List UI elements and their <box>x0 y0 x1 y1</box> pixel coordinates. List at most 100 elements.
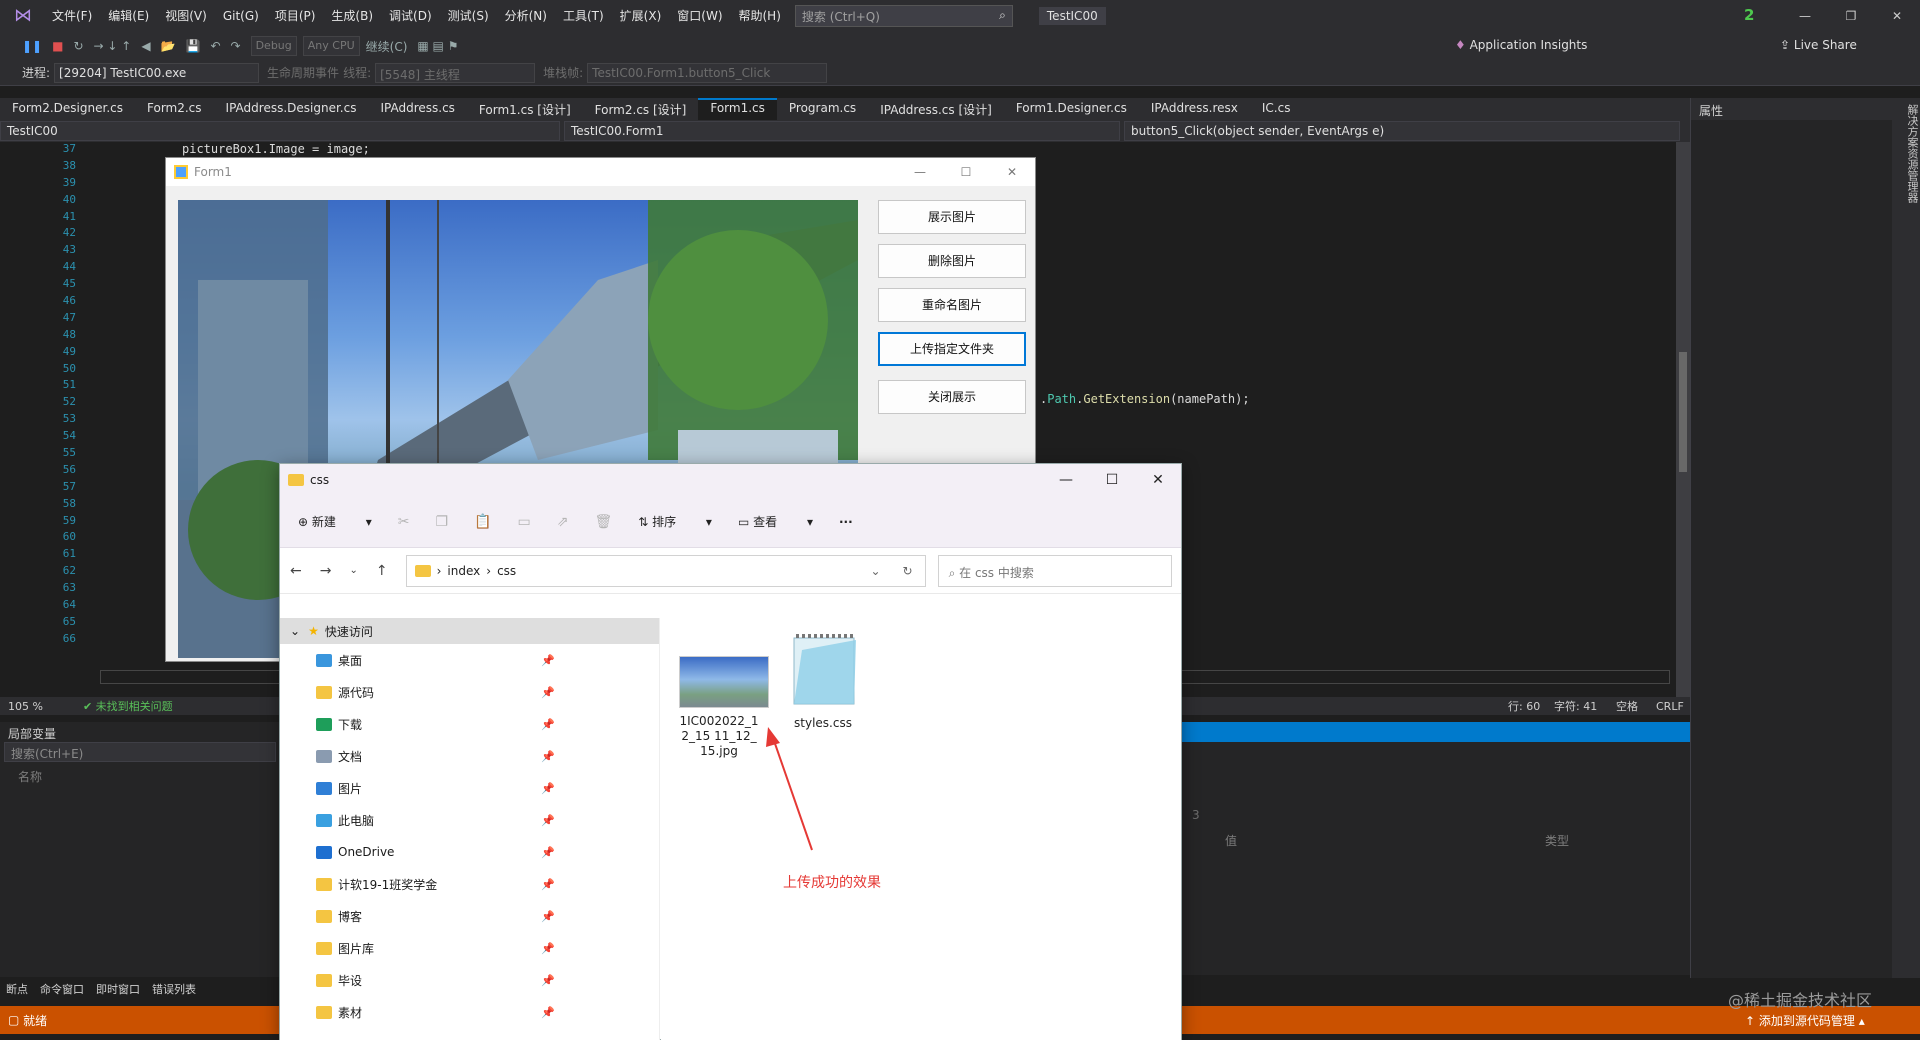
sort-button[interactable]: ⇅ 排序 ▾ <box>638 513 712 530</box>
forward-arrow-icon[interactable]: → <box>320 563 332 579</box>
explorer-close-icon[interactable]: ✕ <box>1135 464 1181 496</box>
tab-form2-designer[interactable]: Form2.Designer.cs <box>0 98 135 120</box>
upload-folder-button[interactable]: 上传指定文件夹 <box>878 332 1026 366</box>
process-select[interactable]: [29204] TestIC00.exe <box>54 62 260 83</box>
pin-icon[interactable]: 📌 <box>541 1006 555 1019</box>
live-share-button[interactable]: ⇪ Live Share <box>1780 38 1857 52</box>
quick-access-item[interactable]: 计软19-1班奖学金 📌 <box>280 868 659 900</box>
menu-project[interactable]: 项目(P) <box>267 0 324 32</box>
menu-git[interactable]: Git(G) <box>215 0 267 32</box>
minimize-icon[interactable]: — <box>1782 0 1828 32</box>
menu-test[interactable]: 测试(S) <box>440 0 497 32</box>
quick-access-item[interactable]: 此电脑 📌 <box>280 804 659 836</box>
menu-build[interactable]: 生成(B) <box>323 0 381 32</box>
toolbar-misc-icons[interactable]: ▦ ▤ ⚑ <box>417 39 458 53</box>
quick-access-header[interactable]: ⌄ ★ 快速访问 <box>280 618 659 644</box>
step-icons[interactable]: → ↓ ↑ <box>94 39 132 53</box>
paste-icon[interactable]: 📋 <box>474 514 491 530</box>
lifecycle-events[interactable]: 生命周期事件 <box>267 64 339 81</box>
pin-icon[interactable]: 📌 <box>541 878 555 891</box>
chevron-down-icon[interactable]: ⌄ <box>290 624 300 638</box>
explorer-maximize-icon[interactable]: ☐ <box>1089 464 1135 496</box>
breadcrumb-css[interactable]: css <box>497 564 516 578</box>
show-image-button[interactable]: 展示图片 <box>878 200 1026 234</box>
project-select[interactable]: TestIC00 <box>0 121 560 141</box>
quick-access-item[interactable]: 毕设 📌 <box>280 964 659 996</box>
pin-icon[interactable]: 📌 <box>541 846 555 859</box>
tab-form2[interactable]: Form2.cs <box>135 98 214 120</box>
quick-access-item[interactable]: 源代码 📌 <box>280 676 659 708</box>
rename-image-button[interactable]: 重命名图片 <box>878 288 1026 322</box>
class-select[interactable]: TestIC00.Form1 <box>564 121 1120 141</box>
continue-button[interactable]: 继续(C) <box>366 38 408 55</box>
menu-analyze[interactable]: 分析(N) <box>497 0 555 32</box>
file-item-css[interactable]: styles.css <box>777 630 869 730</box>
tab-program[interactable]: Program.cs <box>777 98 868 120</box>
tab-breakpoints[interactable]: 断点 <box>0 978 34 1000</box>
stop-icon[interactable]: ■ <box>52 39 63 53</box>
quick-access-item[interactable]: 文档 📌 <box>280 740 659 772</box>
redo-icon[interactable]: ↷ <box>231 39 241 53</box>
global-search-input[interactable]: 搜索 (Ctrl+Q) ⌕ <box>794 5 1013 27</box>
refresh-icon[interactable]: ↻ <box>903 564 913 578</box>
menu-debug[interactable]: 调试(D) <box>381 0 440 32</box>
restore-icon[interactable]: ❐ <box>1828 0 1874 32</box>
pin-icon[interactable]: 📌 <box>541 750 555 763</box>
quick-access-item[interactable]: 桌面 📌 <box>280 644 659 676</box>
issues-status[interactable]: ✔ 未找到相关问题 <box>83 698 173 714</box>
tab-form1-active[interactable]: Form1.cs <box>698 98 777 120</box>
explorer-minimize-icon[interactable]: — <box>1043 464 1089 496</box>
pause-icon[interactable]: ❚❚ <box>22 39 42 53</box>
locals-search-input[interactable]: 搜索(Ctrl+E) <box>4 742 276 762</box>
form1-close-icon[interactable]: ✕ <box>989 158 1035 186</box>
zoom-level[interactable]: 105 % <box>8 700 43 713</box>
restart-icon[interactable]: ↻ <box>73 39 83 53</box>
add-to-source-control-button[interactable]: ↑ 添加到源代码管理 ▴ <box>1745 1012 1865 1029</box>
explorer-search-input[interactable]: ⌕ 在 css 中搜索 <box>937 554 1172 587</box>
pin-icon[interactable]: 📌 <box>541 814 555 827</box>
notification-badge[interactable]: 2 <box>1744 6 1754 24</box>
pin-icon[interactable]: 📌 <box>541 942 555 955</box>
tab-command-window[interactable]: 命令窗口 <box>34 978 90 1000</box>
close-display-button[interactable]: 关闭展示 <box>878 380 1026 414</box>
pin-icon[interactable]: 📌 <box>541 782 555 795</box>
pin-icon[interactable]: 📌 <box>541 718 555 731</box>
open-folder-icon[interactable]: 📂 <box>161 39 176 53</box>
menu-edit[interactable]: 编辑(E) <box>100 0 157 32</box>
tab-ipaddress[interactable]: IPAddress.cs <box>368 98 466 120</box>
quick-access-item[interactable]: 图片 📌 <box>280 772 659 804</box>
copy-icon[interactable]: ❐ <box>435 514 448 530</box>
new-button[interactable]: ⊕ 新建 ▾ <box>298 513 372 530</box>
solution-explorer-tab[interactable]: 解决方案资源管理器 <box>1892 98 1920 978</box>
file-item-jpg[interactable]: 1IC002022_12_15 11_12_15.jpg <box>679 656 769 759</box>
view-button[interactable]: ▭ 查看 ▾ <box>738 513 813 530</box>
quick-access-item[interactable]: OneDrive 📌 <box>280 836 659 868</box>
recent-locations-icon[interactable]: ⌄ <box>349 565 357 576</box>
tab-ic[interactable]: IC.cs <box>1250 98 1303 120</box>
config-select[interactable]: Debug <box>250 36 297 56</box>
tab-immediate-window[interactable]: 即时窗口 <box>90 978 146 1000</box>
form1-maximize-icon[interactable]: ☐ <box>943 158 989 186</box>
menu-view[interactable]: 视图(V) <box>157 0 215 32</box>
up-arrow-icon[interactable]: ↑ <box>376 563 388 579</box>
tab-ipaddress-design[interactable]: IPAddress.cs [设计] <box>868 98 1004 120</box>
quick-access-item[interactable]: 素材 📌 <box>280 996 659 1028</box>
menu-window[interactable]: 窗口(W) <box>669 0 730 32</box>
pin-icon[interactable]: 📌 <box>541 686 555 699</box>
quick-access-item[interactable]: 博客 📌 <box>280 900 659 932</box>
undo-icon[interactable]: ↶ <box>210 39 220 53</box>
more-options-icon[interactable]: ··· <box>839 515 853 529</box>
member-select[interactable]: button5_Click(object sender, EventArgs e… <box>1124 121 1680 141</box>
tab-form1-designer[interactable]: Form1.Designer.cs <box>1004 98 1139 120</box>
delete-image-button[interactable]: 删除图片 <box>878 244 1026 278</box>
depth-select[interactable]: 3 <box>1192 808 1200 822</box>
quick-access-item[interactable]: 图片库 📌 <box>280 932 659 964</box>
cut-icon[interactable]: ✂ <box>398 514 410 530</box>
stack-frame-select[interactable]: TestIC00.Form1.button5_Click <box>587 62 828 83</box>
scrollbar-thumb[interactable] <box>1679 352 1687 472</box>
form1-minimize-icon[interactable]: — <box>897 158 943 186</box>
back-arrow-icon[interactable]: ← <box>290 563 302 579</box>
menu-file[interactable]: 文件(F) <box>44 0 100 32</box>
editor-scrollbar[interactable] <box>1676 142 1690 697</box>
pin-icon[interactable]: 📌 <box>541 654 555 667</box>
